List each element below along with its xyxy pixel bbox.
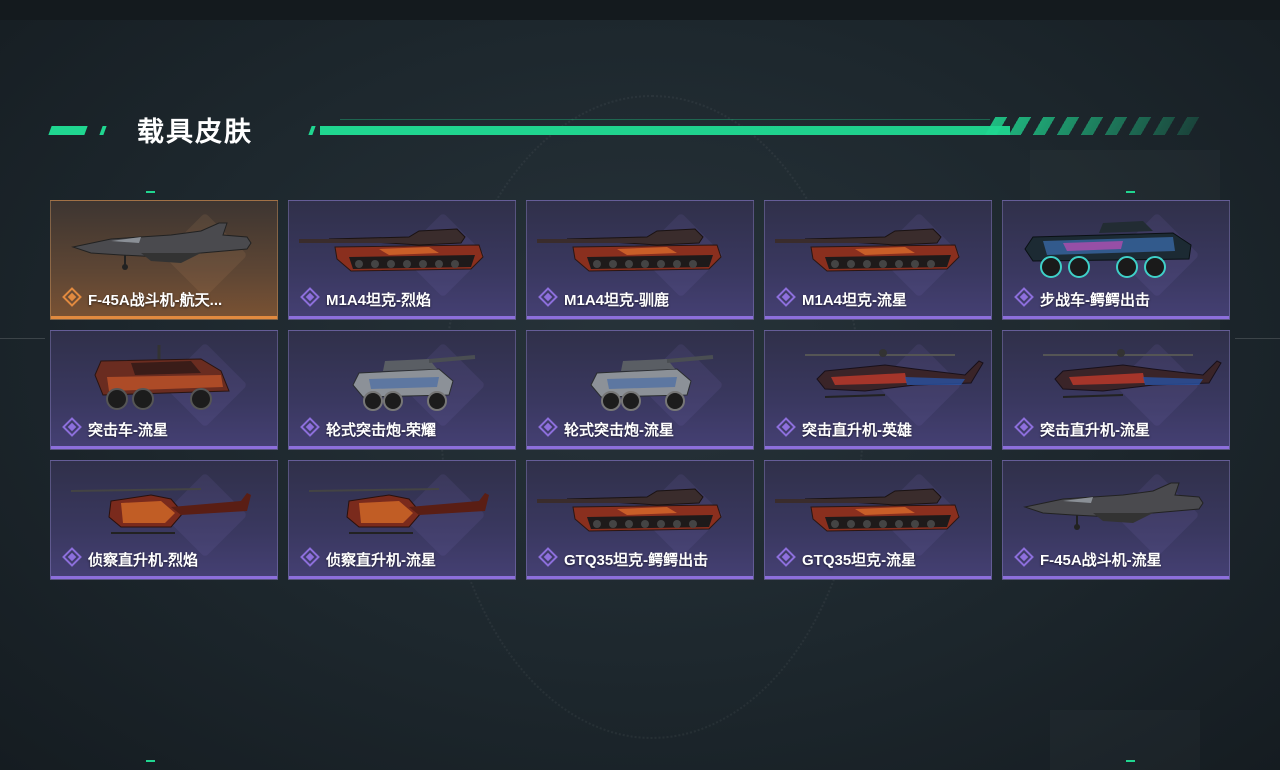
skin-card[interactable]: 步战车-鳄鳄出击 bbox=[1002, 200, 1230, 320]
skin-label-row: GTQ35坦克-鳄鳄出击 bbox=[538, 547, 708, 571]
skin-card[interactable]: 突击直升机-英雄 bbox=[764, 330, 992, 450]
tank-icon bbox=[775, 228, 960, 272]
skin-card[interactable]: GTQ35坦克-鳄鳄出击 bbox=[526, 460, 754, 580]
skin-label-row: 突击直升机-流星 bbox=[1014, 417, 1150, 441]
epic-rarity-icon bbox=[300, 547, 320, 571]
epic-rarity-icon bbox=[300, 287, 320, 311]
skin-card[interactable]: F-45A战斗机-流星 bbox=[1002, 460, 1230, 580]
skin-card[interactable]: 突击车-流星 bbox=[50, 330, 278, 450]
legendary-rarity-icon bbox=[62, 287, 82, 311]
skin-card[interactable]: 侦察直升机-烈焰 bbox=[50, 460, 278, 580]
skin-label-row: GTQ35坦克-流星 bbox=[776, 547, 916, 571]
tank-icon bbox=[537, 488, 722, 532]
jet-icon bbox=[1023, 482, 1204, 530]
skin-label-row: 突击直升机-英雄 bbox=[776, 417, 912, 441]
skin-name: F-45A战斗机-流星 bbox=[1040, 551, 1162, 569]
scout-helicopter-icon bbox=[308, 488, 489, 534]
skin-name: 侦察直升机-流星 bbox=[326, 551, 436, 569]
epic-rarity-icon bbox=[62, 547, 82, 571]
corner-tick bbox=[146, 191, 155, 193]
skin-name: 侦察直升机-烈焰 bbox=[88, 551, 198, 569]
tank-icon bbox=[537, 228, 722, 272]
skin-name: 突击车-流星 bbox=[88, 421, 168, 439]
skin-label-row: 侦察直升机-流星 bbox=[300, 547, 436, 571]
header-checker-pattern bbox=[984, 117, 1206, 135]
skin-name: 轮式突击炮-荣耀 bbox=[326, 421, 436, 439]
skin-label-row: 步战车-鳄鳄出击 bbox=[1014, 287, 1150, 311]
skin-label-row: 轮式突击炮-流星 bbox=[538, 417, 674, 441]
side-divider bbox=[0, 338, 45, 339]
header-accent bbox=[308, 126, 316, 135]
skin-name: 突击直升机-英雄 bbox=[802, 421, 912, 439]
skin-label-row: 侦察直升机-烈焰 bbox=[62, 547, 198, 571]
corner-tick bbox=[1126, 191, 1135, 193]
epic-rarity-icon bbox=[776, 287, 796, 311]
epic-rarity-icon bbox=[1014, 417, 1034, 441]
skin-label-row: M1A4坦克-驯鹿 bbox=[538, 287, 669, 311]
top-bar bbox=[0, 0, 1280, 20]
epic-rarity-icon bbox=[300, 417, 320, 441]
skin-name: GTQ35坦克-流星 bbox=[802, 551, 917, 569]
skin-name: 突击直升机-流星 bbox=[1040, 421, 1150, 439]
skin-label-row: F-45A战斗机-流星 bbox=[1014, 547, 1162, 571]
vehicle-skin-grid: F-45A战斗机-航天... M1A4坦克-烈焰 M1A4坦克-驯鹿 M1A4坦… bbox=[50, 200, 1230, 580]
attack-helicopter-icon bbox=[1043, 349, 1222, 398]
skin-name: F-45A战斗机-航天... bbox=[88, 291, 223, 309]
skin-card[interactable]: M1A4坦克-烈焰 bbox=[288, 200, 516, 320]
epic-rarity-icon bbox=[776, 547, 796, 571]
background-panel bbox=[1050, 710, 1200, 770]
skin-card[interactable]: M1A4坦克-流星 bbox=[764, 200, 992, 320]
skin-card[interactable]: F-45A战斗机-航天... bbox=[50, 200, 278, 320]
skin-name: 步战车-鳄鳄出击 bbox=[1040, 291, 1150, 309]
epic-rarity-icon bbox=[1014, 287, 1034, 311]
skin-name: M1A4坦克-驯鹿 bbox=[564, 291, 670, 309]
attack-helicopter-icon bbox=[805, 349, 984, 398]
tank-icon bbox=[299, 228, 484, 272]
skin-name: GTQ35坦克-鳄鳄出击 bbox=[564, 551, 709, 569]
skin-label-row: 轮式突击炮-荣耀 bbox=[300, 417, 436, 441]
skin-card[interactable]: 突击直升机-流星 bbox=[1002, 330, 1230, 450]
header-accent bbox=[48, 126, 88, 135]
assault-vehicle-icon bbox=[94, 345, 230, 410]
corner-tick bbox=[146, 760, 155, 762]
epic-rarity-icon bbox=[538, 547, 558, 571]
skin-card[interactable]: 侦察直升机-流星 bbox=[288, 460, 516, 580]
epic-rarity-icon bbox=[538, 417, 558, 441]
header-accent bbox=[99, 126, 107, 135]
skin-card[interactable]: 轮式突击炮-荣耀 bbox=[288, 330, 516, 450]
epic-rarity-icon bbox=[538, 287, 558, 311]
wheeled-gun-icon bbox=[590, 355, 714, 411]
skin-label-row: F-45A战斗机-航天... bbox=[62, 287, 222, 311]
side-divider bbox=[1235, 338, 1280, 339]
skin-card[interactable]: 轮式突击炮-流星 bbox=[526, 330, 754, 450]
skin-card[interactable]: GTQ35坦克-流星 bbox=[764, 460, 992, 580]
epic-rarity-icon bbox=[776, 417, 796, 441]
skin-name: 轮式突击炮-流星 bbox=[564, 421, 674, 439]
section-title: 载具皮肤 bbox=[137, 117, 253, 147]
scout-helicopter-icon bbox=[70, 488, 251, 534]
skin-card[interactable]: M1A4坦克-驯鹿 bbox=[526, 200, 754, 320]
header-thin-line bbox=[340, 119, 990, 120]
header-line bbox=[320, 126, 1010, 135]
skin-label-row: M1A4坦克-流星 bbox=[776, 287, 907, 311]
corner-tick bbox=[1126, 760, 1135, 762]
tank-icon bbox=[775, 488, 960, 532]
skin-name: M1A4坦克-流星 bbox=[802, 291, 908, 309]
epic-rarity-icon bbox=[62, 417, 82, 441]
wheeled-gun-icon bbox=[352, 355, 476, 411]
jet-icon bbox=[71, 222, 252, 270]
ifv-icon bbox=[1024, 221, 1192, 278]
epic-rarity-icon bbox=[1014, 547, 1034, 571]
skin-label-row: 突击车-流星 bbox=[62, 417, 168, 441]
skin-label-row: M1A4坦克-烈焰 bbox=[300, 287, 431, 311]
skin-name: M1A4坦克-烈焰 bbox=[326, 291, 432, 309]
